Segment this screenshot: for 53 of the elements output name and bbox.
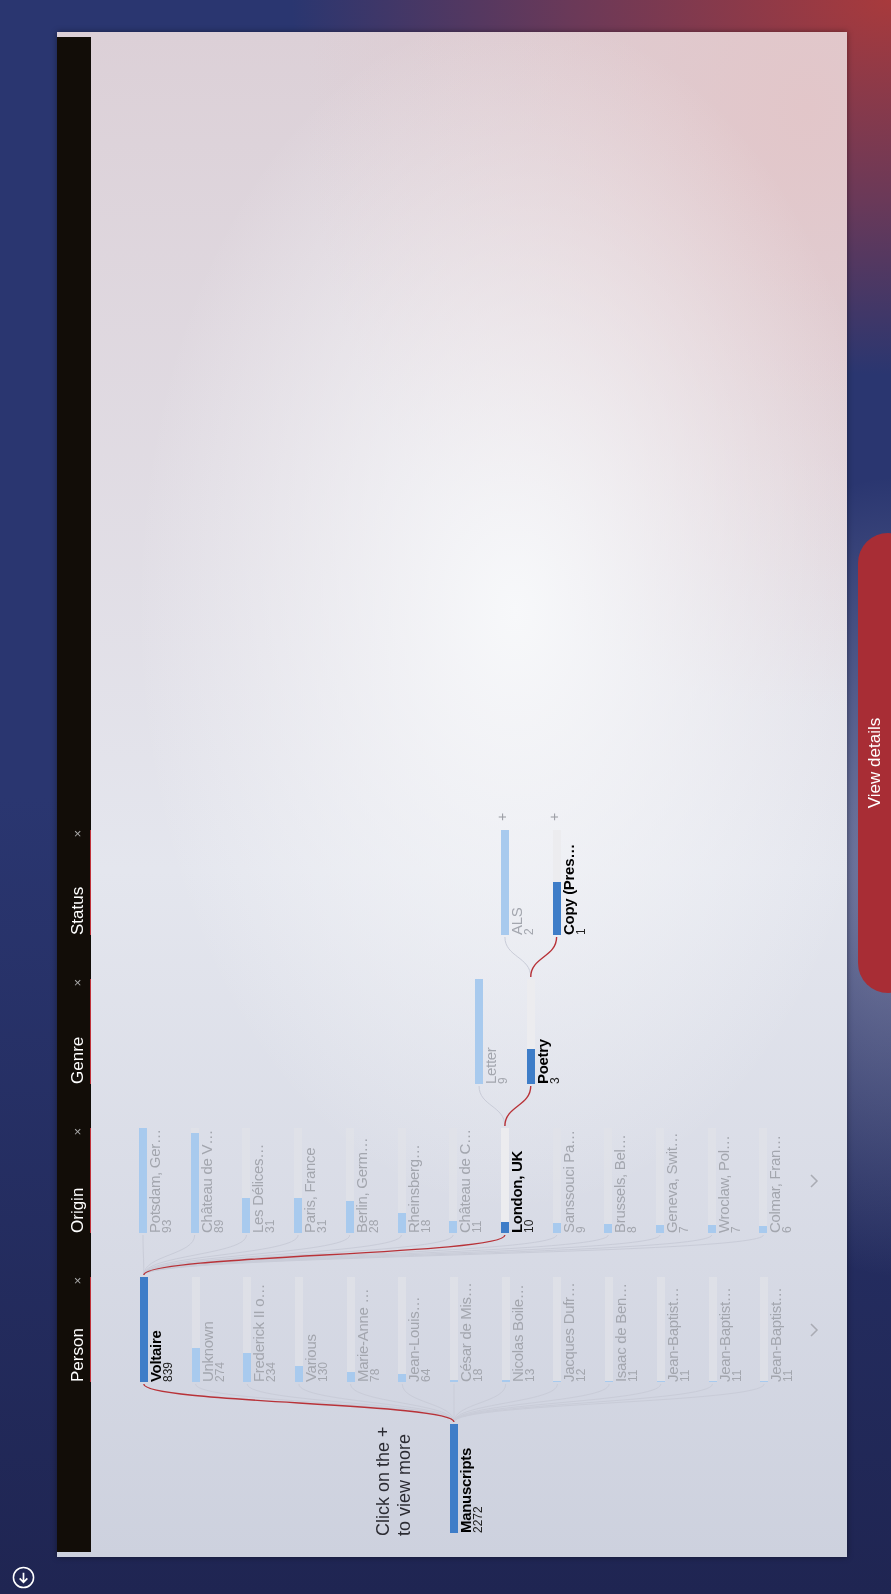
hint-text: to view more — [394, 1433, 415, 1536]
node-value: 1 — [575, 928, 587, 935]
node-label[interactable]: Voltaire — [147, 1330, 163, 1382]
view-details-button[interactable]: View details — [858, 533, 891, 993]
close-button[interactable]: × — [70, 1128, 86, 1136]
connector-line — [504, 1085, 532, 1127]
node-value: 9 — [498, 1077, 510, 1084]
tab[interactable]: Status × — [67, 830, 91, 935]
tab[interactable]: Origin × — [67, 1128, 91, 1233]
tab[interactable]: Genre × — [67, 979, 91, 1084]
node-value: 839 — [162, 1361, 174, 1382]
tab[interactable]: Person × — [67, 1277, 91, 1382]
node-value: 89 — [213, 1219, 225, 1233]
node-label[interactable]: Brussels, Bel… — [612, 1134, 628, 1233]
node-label[interactable]: Colmar, Fran… — [767, 1135, 783, 1233]
node-label[interactable]: Rheinsberg… — [405, 1144, 421, 1233]
node-label[interactable]: Wroclaw, Pol… — [715, 1135, 731, 1233]
expand-button[interactable]: + — [494, 812, 509, 821]
node-label[interactable]: Manuscripts — [458, 1447, 473, 1533]
node-value: 8 — [627, 1226, 639, 1233]
chevron-down-icon[interactable] — [810, 1174, 819, 1188]
node-value: 31 — [265, 1219, 277, 1233]
download-icon[interactable] — [12, 1566, 35, 1589]
node-value: 11 — [472, 1220, 484, 1233]
hint-text: Click on the + — [373, 1426, 394, 1536]
node-value: 18 — [420, 1219, 432, 1233]
expand-button[interactable]: + — [546, 812, 561, 821]
node-label[interactable]: Château de V… — [198, 1130, 214, 1233]
node-label[interactable]: ALS — [508, 907, 524, 935]
close-button[interactable]: × — [70, 979, 86, 987]
node-value: 2272 — [473, 1506, 484, 1533]
connector-line — [530, 936, 558, 978]
node-value: 3 — [549, 1077, 561, 1084]
node-value: 2 — [523, 928, 535, 935]
node-value: 31 — [317, 1219, 329, 1233]
chevron-down-icon[interactable] — [810, 1323, 819, 1337]
node-label[interactable]: Sanssouci Pa… — [560, 1130, 576, 1233]
node-value: 7 — [730, 1226, 742, 1233]
node-label[interactable]: Poetry — [534, 1039, 550, 1084]
node-label[interactable]: Château de C… — [457, 1129, 473, 1233]
node-label[interactable]: Les Délices… — [250, 1144, 266, 1233]
node-label[interactable]: London, UK — [508, 1151, 524, 1233]
node-label[interactable]: Paris, France — [302, 1147, 318, 1233]
node-label[interactable]: Geneva, Swit… — [664, 1132, 679, 1233]
node-value: 7 — [679, 1226, 690, 1233]
node-value: 6 — [782, 1226, 794, 1233]
close-button[interactable]: × — [70, 830, 86, 838]
close-button[interactable]: × — [70, 1277, 86, 1285]
node-value: 10 — [523, 1219, 535, 1233]
node-label[interactable]: Berlin, Germ… — [353, 1137, 369, 1233]
node-label[interactable]: Copy (Pres… — [560, 844, 576, 935]
node-label[interactable]: Letter — [483, 1047, 499, 1084]
node-label[interactable]: Potsdam, Ger… — [147, 1129, 162, 1233]
